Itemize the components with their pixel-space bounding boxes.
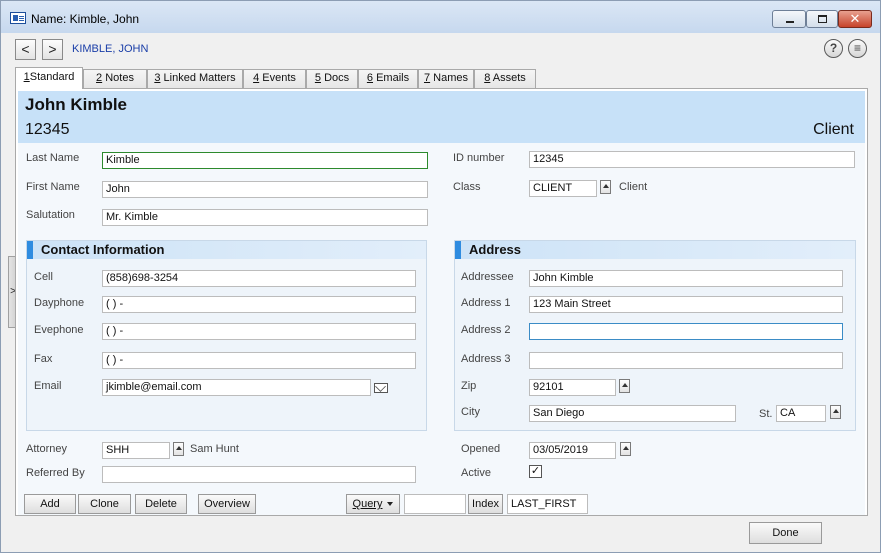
attorney-label: Attorney bbox=[26, 443, 67, 455]
evephone-field[interactable]: ( ) - bbox=[102, 323, 416, 340]
zip-lookup-button[interactable] bbox=[619, 379, 630, 393]
maximize-icon bbox=[818, 15, 827, 23]
fax-label: Fax bbox=[34, 353, 53, 365]
state-field[interactable]: CA bbox=[776, 405, 826, 422]
class-field[interactable]: CLIENT bbox=[529, 180, 597, 197]
addressee-label: Addressee bbox=[461, 271, 514, 283]
standard-tab-panel: John Kimble 12345 Client Last Name Kimbl… bbox=[15, 88, 868, 516]
title-bar: Name: Kimble, John ✕ bbox=[1, 1, 880, 33]
address1-label: Address 1 bbox=[461, 297, 511, 309]
state-lookup-button[interactable] bbox=[830, 405, 841, 419]
back-button[interactable]: < bbox=[15, 39, 36, 60]
address-title: Address bbox=[455, 241, 855, 259]
query-input[interactable] bbox=[404, 494, 466, 514]
send-email-icon[interactable] bbox=[374, 383, 388, 393]
contact-information-group: Contact Information Cell (858)698-3254 D… bbox=[26, 240, 427, 431]
first-name-field[interactable]: John bbox=[102, 181, 428, 198]
id-number-field[interactable]: 12345 bbox=[529, 151, 855, 168]
city-label: City bbox=[461, 406, 480, 418]
tab-names[interactable]: 7 Names bbox=[418, 69, 474, 88]
address3-label: Address 3 bbox=[461, 353, 511, 365]
done-button[interactable]: Done bbox=[749, 522, 822, 544]
record-id: 12345 bbox=[25, 121, 70, 138]
tab-standard[interactable]: 1Standard bbox=[15, 67, 83, 89]
add-button[interactable]: Add bbox=[24, 494, 76, 514]
menu-icon[interactable]: ≡ bbox=[848, 39, 867, 58]
form-body: Last Name Kimble First Name John Salutat… bbox=[18, 143, 865, 515]
breadcrumb[interactable]: KIMBLE, JOHN bbox=[72, 43, 148, 55]
fax-field[interactable]: ( ) - bbox=[102, 352, 416, 369]
address2-field[interactable] bbox=[529, 323, 843, 340]
tab-events[interactable]: 4 Events bbox=[243, 69, 306, 88]
tab-notes[interactable]: 2 Notes bbox=[83, 69, 147, 88]
state-label: St. bbox=[759, 408, 773, 420]
tab-linked-matters[interactable]: 3 Linked Matters bbox=[147, 69, 243, 88]
active-checkbox[interactable]: ✓ bbox=[529, 465, 542, 478]
zip-label: Zip bbox=[461, 380, 477, 392]
index-field[interactable]: LAST_FIRST bbox=[507, 494, 588, 514]
dayphone-field[interactable]: ( ) - bbox=[102, 296, 416, 313]
first-name-label: First Name bbox=[26, 181, 80, 193]
salutation-label: Salutation bbox=[26, 209, 75, 221]
active-label: Active bbox=[461, 467, 491, 479]
tab-docs[interactable]: 5 Docs bbox=[306, 69, 358, 88]
opened-date-field[interactable]: 03/05/2019 bbox=[529, 442, 616, 459]
class-lookup-button[interactable] bbox=[600, 180, 611, 194]
overview-button[interactable]: Overview bbox=[198, 494, 256, 514]
zip-field[interactable]: 92101 bbox=[529, 379, 616, 396]
help-icon[interactable]: ? bbox=[824, 39, 843, 58]
delete-button[interactable]: Delete bbox=[135, 494, 187, 514]
contact-information-title: Contact Information bbox=[27, 241, 426, 259]
referred-by-label: Referred By bbox=[26, 467, 85, 479]
minimize-button[interactable] bbox=[772, 10, 806, 28]
attorney-name: Sam Hunt bbox=[190, 443, 239, 455]
clone-button[interactable]: Clone bbox=[78, 494, 131, 514]
forward-button[interactable]: > bbox=[42, 39, 63, 60]
opened-label: Opened bbox=[461, 443, 501, 455]
query-dropdown-button[interactable]: Query bbox=[346, 494, 400, 514]
contact-card-icon bbox=[10, 12, 26, 24]
email-field[interactable]: jkimble@email.com bbox=[102, 379, 371, 396]
referred-by-field[interactable] bbox=[102, 466, 416, 483]
cell-field[interactable]: (858)698-3254 bbox=[102, 270, 416, 287]
cell-label: Cell bbox=[34, 271, 53, 283]
record-full-name: John Kimble bbox=[25, 95, 128, 114]
minimize-icon bbox=[786, 21, 794, 23]
index-button[interactable]: Index bbox=[468, 494, 503, 514]
tab-assets[interactable]: 8 Assets bbox=[474, 69, 536, 88]
addressee-field[interactable]: John Kimble bbox=[529, 270, 843, 287]
opened-date-picker-button[interactable] bbox=[620, 442, 631, 456]
window-title: Name: Kimble, John bbox=[31, 12, 140, 26]
close-icon: ✕ bbox=[849, 11, 861, 26]
class-label: Class bbox=[453, 181, 481, 193]
attorney-lookup-button[interactable] bbox=[173, 442, 184, 456]
chevron-down-icon bbox=[387, 502, 394, 507]
maximize-button[interactable] bbox=[806, 10, 838, 28]
name-window: Name: Kimble, John ✕ < > KIMBLE, JOHN ? … bbox=[0, 0, 881, 553]
address3-field[interactable] bbox=[529, 352, 843, 369]
evephone-label: Evephone bbox=[34, 324, 84, 336]
class-description: Client bbox=[619, 181, 648, 193]
attorney-field[interactable]: SHH bbox=[102, 442, 170, 459]
city-field[interactable]: San Diego bbox=[529, 405, 736, 422]
record-header: John Kimble 12345 Client bbox=[18, 91, 865, 143]
email-label: Email bbox=[34, 380, 62, 392]
query-label: Query bbox=[352, 498, 383, 510]
tab-emails[interactable]: 6 Emails bbox=[358, 69, 418, 88]
close-button[interactable]: ✕ bbox=[838, 10, 872, 28]
address1-field[interactable]: 123 Main Street bbox=[529, 296, 843, 313]
address2-label: Address 2 bbox=[461, 324, 511, 336]
last-name-field[interactable]: Kimble bbox=[102, 152, 428, 169]
address-group: Address Addressee John Kimble Address 1 … bbox=[454, 240, 856, 431]
salutation-field[interactable]: Mr. Kimble bbox=[102, 209, 428, 226]
id-number-label: ID number bbox=[453, 152, 505, 164]
dayphone-label: Dayphone bbox=[34, 297, 85, 309]
last-name-label: Last Name bbox=[26, 152, 80, 164]
record-class: Client bbox=[813, 121, 854, 138]
